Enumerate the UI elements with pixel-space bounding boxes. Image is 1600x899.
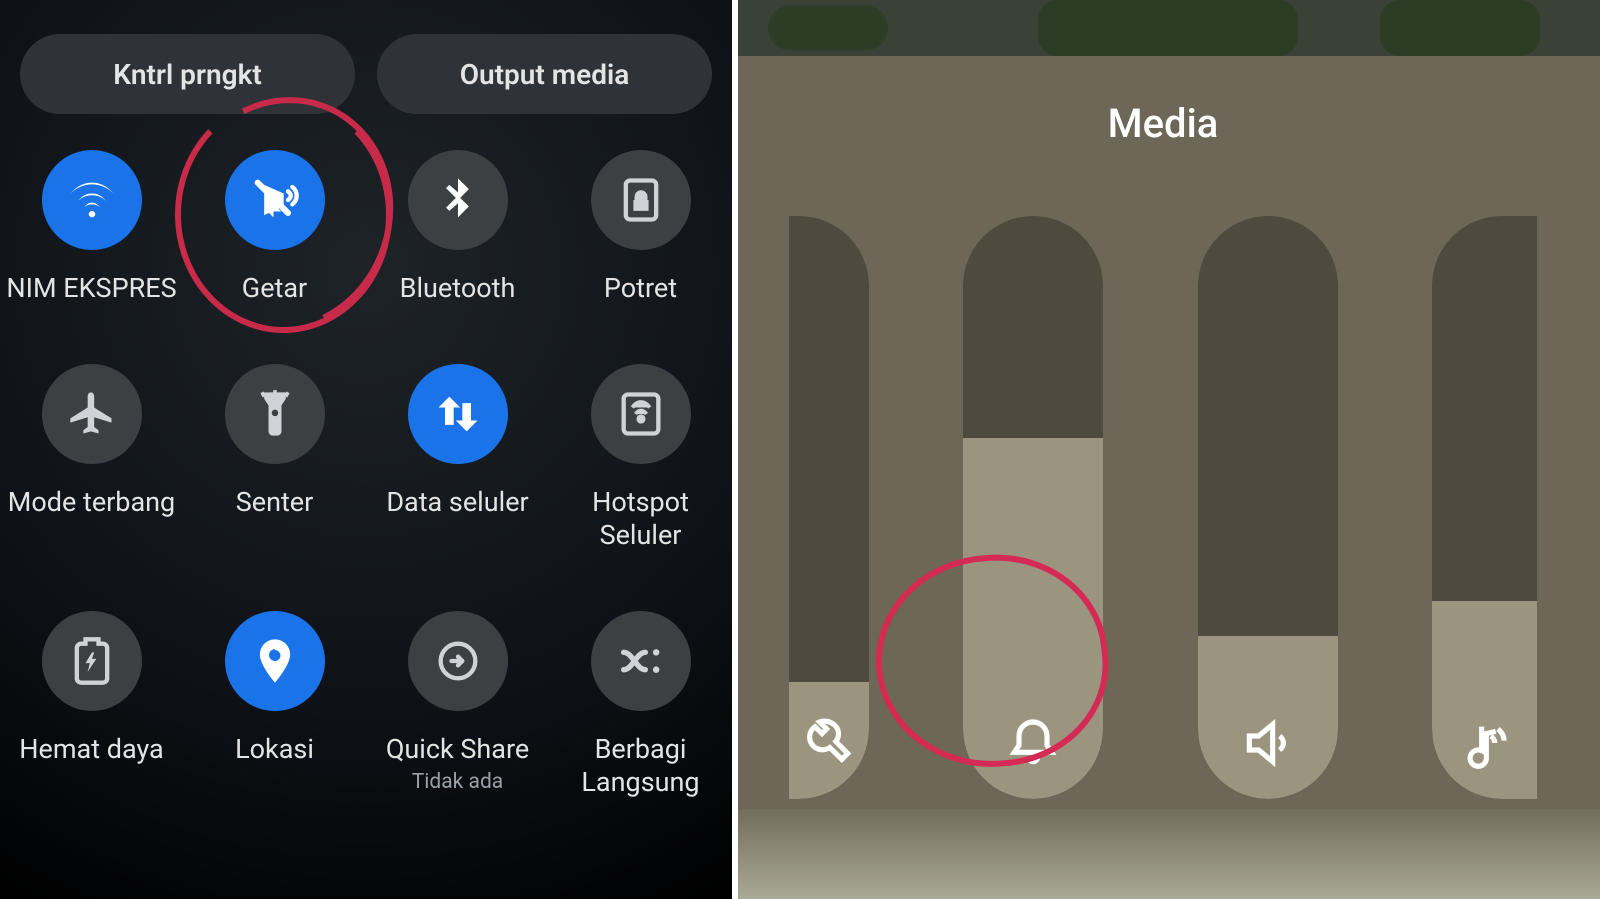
top-pill-row: Kntrl prngkt Output media: [0, 0, 732, 114]
tile-label: Getar: [242, 272, 307, 304]
tile-label: Hotspot Seluler: [556, 486, 726, 551]
airplane-icon: [42, 364, 142, 464]
lock-icon: [591, 150, 691, 250]
tile-battery-saver[interactable]: Hemat daya: [7, 611, 177, 798]
tile-sublabel: Tidak ada: [412, 770, 503, 794]
tiles-grid: NIM EKSPRES Getar Bluetooth: [0, 114, 732, 798]
volume-panel: Media: [738, 0, 1600, 899]
nearby-share-icon: [591, 611, 691, 711]
tile-flashlight[interactable]: Senter: [190, 364, 360, 551]
quick-share-icon: [408, 611, 508, 711]
media-output-pill[interactable]: Output media: [377, 34, 712, 114]
quick-settings-panel: Kntrl prngkt Output media NIM EKSPRES Ge…: [0, 0, 732, 899]
bell-icon: [963, 715, 1103, 771]
slider-notifications[interactable]: [1198, 216, 1338, 799]
tile-vibrate[interactable]: Getar: [190, 150, 360, 304]
slider-ringtone[interactable]: [963, 216, 1103, 799]
slider-settings[interactable]: [789, 216, 869, 799]
wallpaper-top: [738, 0, 1600, 56]
slider-row: [738, 216, 1588, 799]
tile-quick-share[interactable]: Quick Share Tidak ada: [373, 611, 543, 798]
tile-label: Berbagi Langsung: [556, 733, 726, 798]
wrench-icon: [789, 715, 869, 771]
location-icon: [225, 611, 325, 711]
device-controls-pill[interactable]: Kntrl prngkt: [20, 34, 355, 114]
vibrate-icon: [225, 150, 325, 250]
volume-title: Media: [738, 56, 1588, 147]
tile-label: NIM EKSPRES: [6, 272, 176, 304]
battery-icon: [42, 611, 142, 711]
volume-card: Media: [738, 56, 1588, 809]
tile-label: Lokasi: [235, 733, 314, 765]
mobile-data-icon: [408, 364, 508, 464]
speaker-icon: [1198, 715, 1338, 771]
tile-mobile-data[interactable]: Data seluler: [373, 364, 543, 551]
tile-label: Bluetooth: [400, 272, 516, 304]
tile-label: Potret: [604, 272, 677, 304]
wallpaper-bottom: [738, 809, 1600, 899]
tile-wifi[interactable]: NIM EKSPRES: [7, 150, 177, 304]
tile-label: Quick Share: [386, 733, 529, 765]
tile-portrait-lock[interactable]: Potret: [556, 150, 726, 304]
tile-nearby-share[interactable]: Berbagi Langsung: [556, 611, 726, 798]
flashlight-icon: [225, 364, 325, 464]
wifi-icon: [42, 150, 142, 250]
tile-label: Hemat daya: [19, 733, 163, 765]
hotspot-icon: [591, 364, 691, 464]
tile-label: Senter: [236, 486, 314, 518]
tile-hotspot[interactable]: Hotspot Seluler: [556, 364, 726, 551]
tile-bluetooth[interactable]: Bluetooth: [373, 150, 543, 304]
tile-label: Data seluler: [386, 486, 528, 518]
music-note-icon: [1432, 715, 1537, 771]
bluetooth-icon: [408, 150, 508, 250]
slider-media[interactable]: [1432, 216, 1537, 799]
tile-label: Mode terbang: [8, 486, 175, 518]
tile-airplane[interactable]: Mode terbang: [7, 364, 177, 551]
tile-location[interactable]: Lokasi: [190, 611, 360, 798]
